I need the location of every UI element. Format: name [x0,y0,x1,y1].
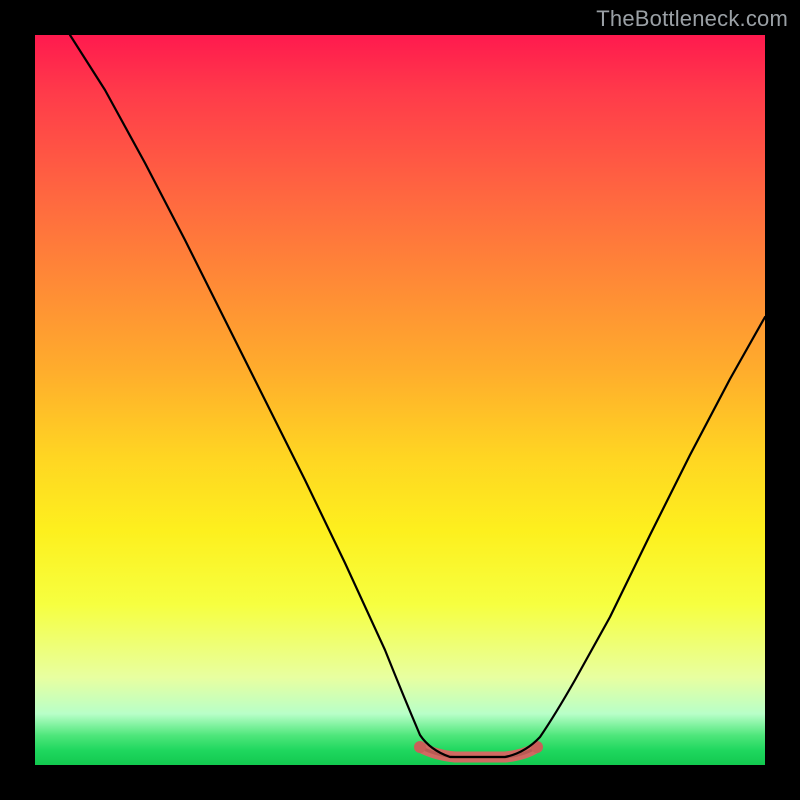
chart-frame: TheBottleneck.com [0,0,800,800]
plot-area [35,35,765,765]
valley-dot-left [414,741,426,753]
bottleneck-curve [70,35,765,757]
curve-layer [35,35,765,765]
watermark-text: TheBottleneck.com [596,6,788,32]
